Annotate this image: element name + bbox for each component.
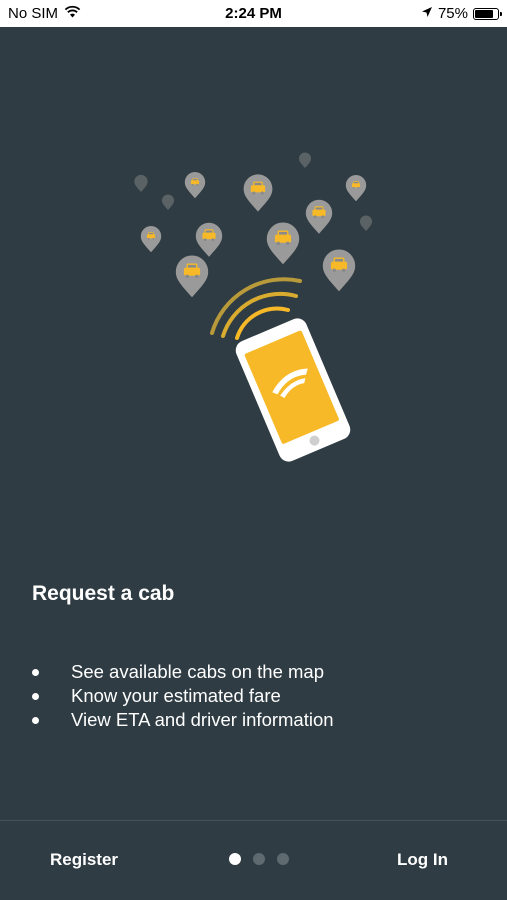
cab-request-illustration [134, 152, 372, 462]
login-button[interactable]: Log In [397, 850, 448, 870]
status-bar: No SIM 2:24 PM 75% [0, 0, 507, 27]
list-item: Know your estimated fare [32, 684, 334, 708]
bullet-icon [32, 693, 39, 700]
battery-icon [473, 7, 502, 20]
battery-percentage: 75% [437, 5, 468, 22]
page-indicator [229, 853, 289, 865]
list-item: View ETA and driver information [32, 708, 334, 732]
bullet-icon [32, 669, 39, 676]
page-title: Request a cab [32, 582, 175, 605]
cab-pin-icon [140, 171, 367, 298]
page-dot[interactable] [277, 853, 289, 865]
page-dot-active[interactable] [229, 853, 241, 865]
register-button[interactable]: Register [50, 850, 118, 870]
page-dot[interactable] [253, 853, 265, 865]
list-item: See available cabs on the map [32, 660, 334, 684]
location-arrow-icon [421, 5, 433, 22]
feature-list: See available cabs on the map Know your … [32, 660, 334, 732]
phone-icon [235, 318, 351, 462]
bullet-icon [32, 717, 39, 724]
divider [0, 820, 507, 821]
